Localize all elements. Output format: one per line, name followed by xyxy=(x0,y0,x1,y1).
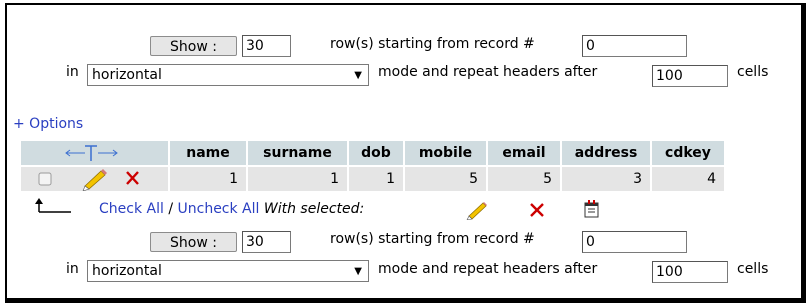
uncheck-all-link[interactable]: Uncheck All xyxy=(178,201,260,217)
dropdown-arrow-icon: ▼ xyxy=(354,266,362,277)
start-record-input-bottom[interactable]: 0 xyxy=(582,231,687,253)
column-header-email[interactable]: email xyxy=(488,141,560,165)
row-checkbox[interactable] xyxy=(38,172,52,186)
cell-name: 1 xyxy=(170,167,246,191)
display-mode-value: horizontal xyxy=(92,67,162,83)
show-button-bottom[interactable]: Show : xyxy=(150,232,237,252)
start-record-input[interactable]: 0 xyxy=(582,35,687,57)
starting-from-label: row(s) starting from record # xyxy=(330,36,535,52)
row-actions xyxy=(21,167,168,192)
column-arrows-icon xyxy=(65,145,118,161)
cell-cdkey: 4 xyxy=(652,167,724,191)
bulk-delete-icon[interactable] xyxy=(528,201,546,219)
arrow-up-corner-icon xyxy=(35,198,71,213)
edit-pencil-icon[interactable] xyxy=(82,169,107,192)
export-icon[interactable] xyxy=(583,199,601,219)
display-mode-select-bottom[interactable]: horizontal ▼ xyxy=(87,260,369,282)
column-header-mobile[interactable]: mobile xyxy=(405,141,486,165)
column-header-address[interactable]: address xyxy=(562,141,650,165)
bulk-edit-icon[interactable] xyxy=(466,200,488,220)
column-resize-header[interactable] xyxy=(21,141,168,165)
bulk-separator: / xyxy=(168,201,174,217)
column-header-cdkey[interactable]: cdkey xyxy=(652,141,724,165)
cells-label-bottom: cells xyxy=(737,261,769,277)
display-mode-select[interactable]: horizontal ▼ xyxy=(87,64,369,86)
column-header-dob[interactable]: dob xyxy=(349,141,403,165)
repeat-headers-input[interactable]: 100 xyxy=(652,65,728,87)
repeat-headers-label: mode and repeat headers after xyxy=(378,64,598,80)
delete-x-icon[interactable] xyxy=(126,171,139,185)
column-header-surname[interactable]: surname xyxy=(248,141,347,165)
rows-count-input[interactable]: 30 xyxy=(242,35,291,57)
cell-email: 5 xyxy=(488,167,560,191)
options-link[interactable]: + Options xyxy=(13,116,83,132)
repeat-headers-label-bottom: mode and repeat headers after xyxy=(378,261,598,277)
in-label: in xyxy=(66,64,79,80)
cell-address: 3 xyxy=(562,167,650,191)
bulk-selection: Check All / Uncheck All With selected: xyxy=(99,201,364,217)
with-selected-label: With selected: xyxy=(263,201,365,217)
column-header-name[interactable]: name xyxy=(170,141,246,165)
cells-label: cells xyxy=(737,64,769,80)
rows-count-input-bottom[interactable]: 30 xyxy=(242,231,291,253)
in-label-bottom: in xyxy=(66,261,79,277)
check-all-link[interactable]: Check All xyxy=(99,201,164,217)
dropdown-arrow-icon: ▼ xyxy=(354,70,362,81)
starting-from-label-bottom: row(s) starting from record # xyxy=(330,231,535,247)
show-button[interactable]: Show : xyxy=(150,36,237,56)
cell-dob: 1 xyxy=(349,167,403,191)
cell-surname: 1 xyxy=(248,167,347,191)
repeat-headers-input-bottom[interactable]: 100 xyxy=(652,261,728,283)
cell-mobile: 5 xyxy=(405,167,486,191)
display-mode-value-bottom: horizontal xyxy=(92,263,162,279)
